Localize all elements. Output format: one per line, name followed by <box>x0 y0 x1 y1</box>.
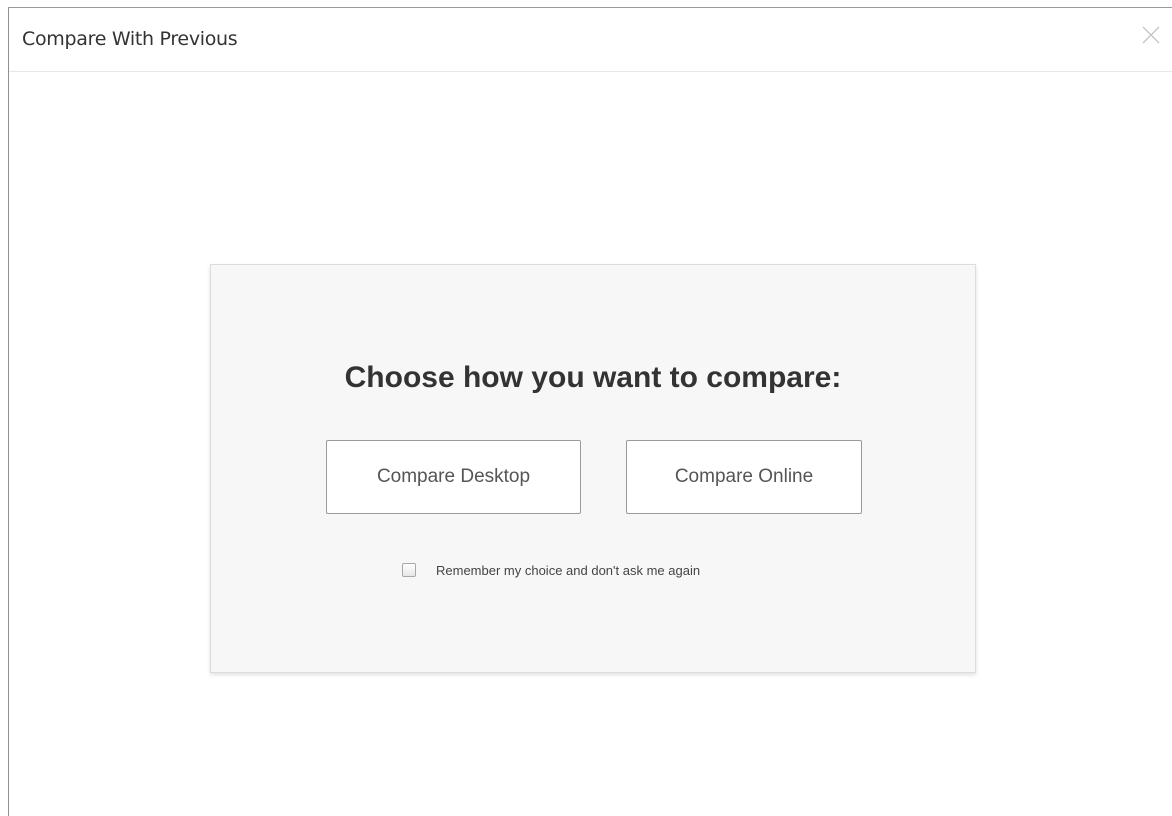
compare-dialog: Compare With Previous Choose how you wan… <box>8 7 1172 816</box>
remember-choice-label: Remember my choice and don't ask me agai… <box>436 562 701 578</box>
compare-choice-panel: Choose how you want to compare: Compare … <box>210 264 976 673</box>
dialog-title: Compare With Previous <box>22 28 238 50</box>
compare-desktop-button[interactable]: Compare Desktop <box>326 440 581 514</box>
close-icon <box>1142 26 1160 44</box>
dialog-header: Compare With Previous <box>9 8 1172 72</box>
compare-online-button[interactable]: Compare Online <box>626 440 862 514</box>
remember-choice-checkbox[interactable] <box>402 563 416 577</box>
panel-heading: Choose how you want to compare: <box>344 361 842 394</box>
remember-choice-row: Remember my choice and don't ask me agai… <box>402 561 700 579</box>
close-button[interactable] <box>1140 24 1162 46</box>
